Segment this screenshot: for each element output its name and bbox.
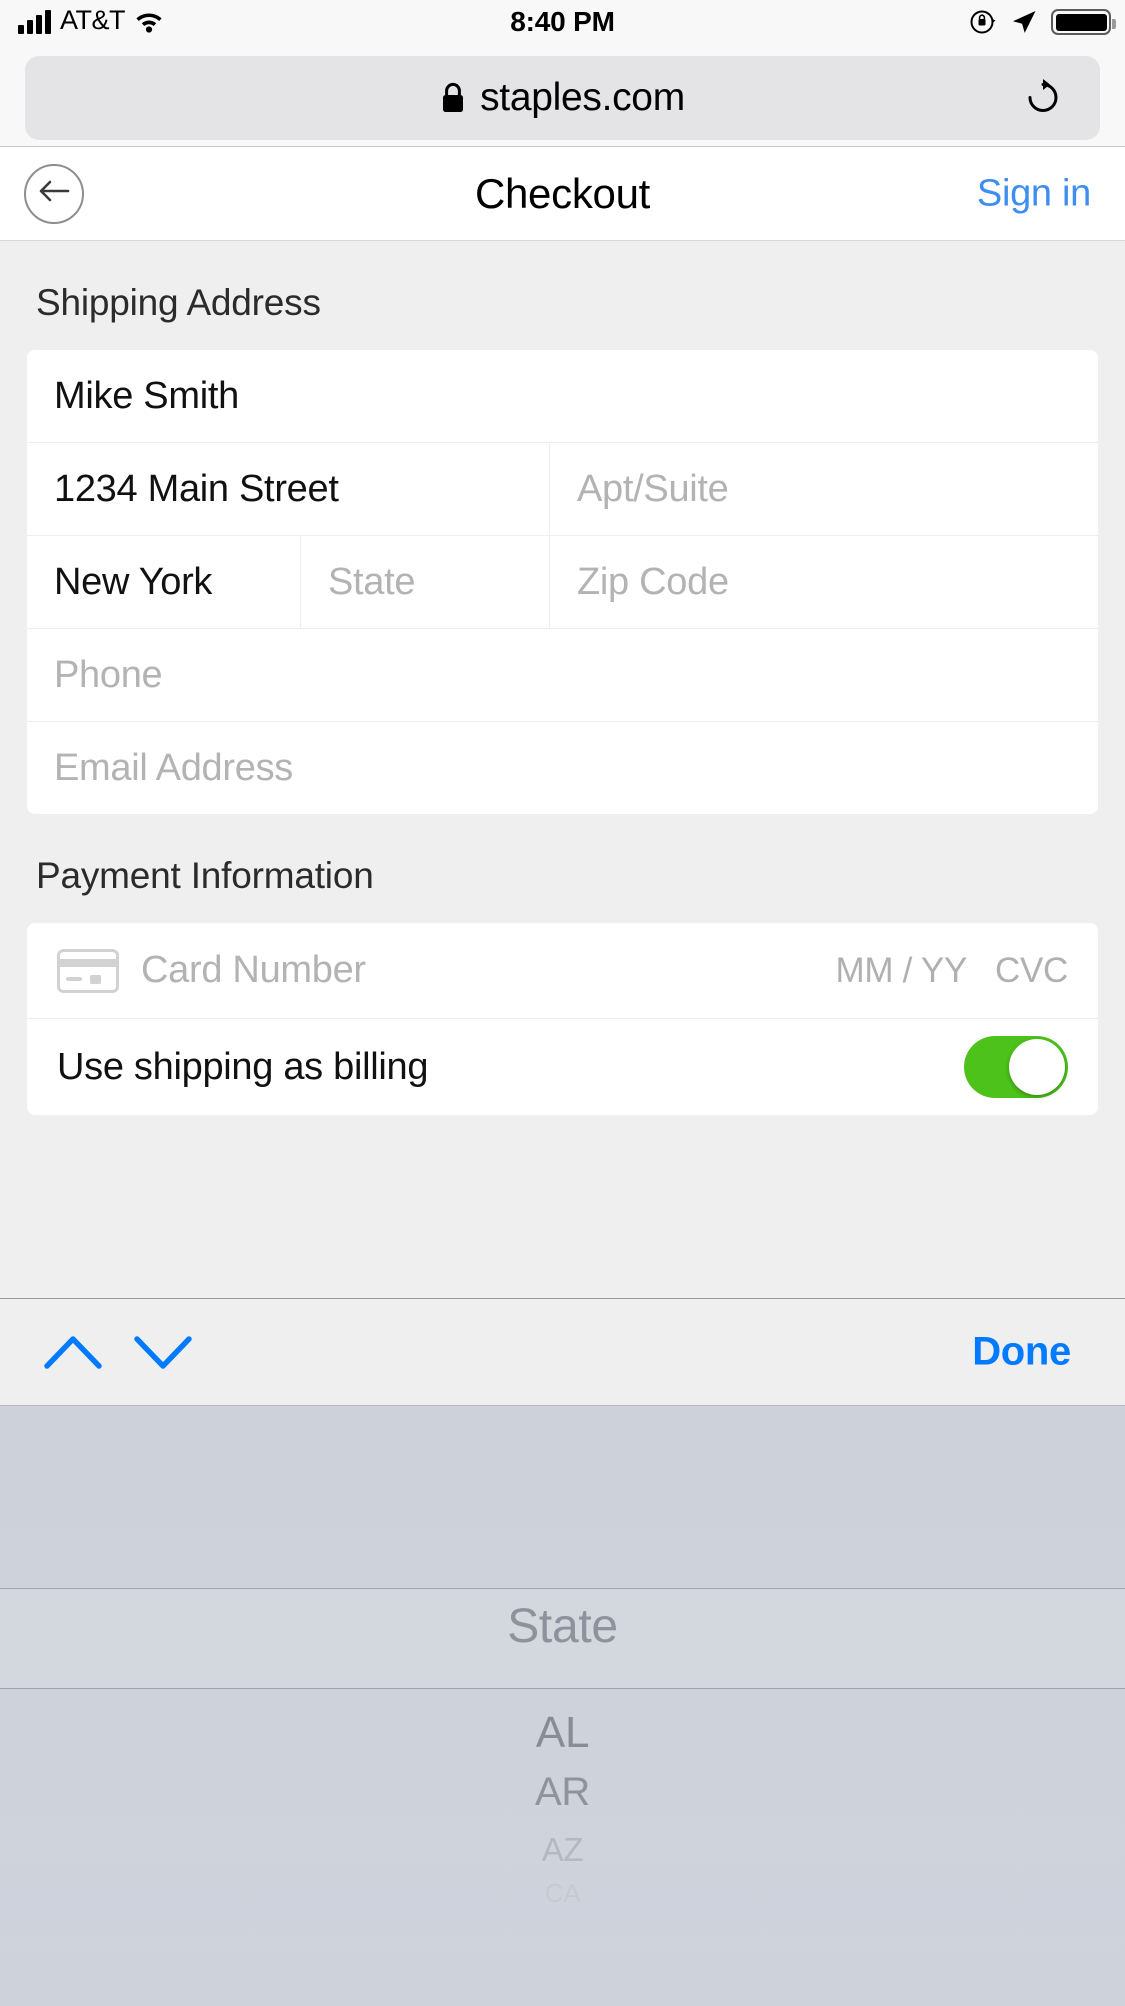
use-shipping-as-billing-toggle[interactable] [964,1036,1068,1098]
keyboard-done-button[interactable]: Done [972,1330,1071,1375]
picker-option[interactable]: AR [0,1770,1125,1815]
field-navigation-group [42,1331,194,1373]
card-cvc-input[interactable]: CVC [995,951,1068,991]
location-arrow-icon [1010,8,1038,36]
page-title: Checkout [0,170,1125,218]
street-address-input[interactable]: 1234 Main Street [27,443,550,535]
sign-in-link[interactable]: Sign in [977,172,1091,215]
state-input[interactable]: State [301,536,550,628]
shipping-address-card: Mike Smith 1234 Main Street Apt/Suite Ne… [27,350,1098,814]
credit-card-icon [57,949,119,993]
picker-separator-top [0,1588,1125,1589]
mobile-screen: AT&T 8:40 PM [0,0,1125,2006]
picker-option[interactable]: AZ [0,1831,1125,1869]
state-picker-wheel[interactable]: State AL AR AZ CA [0,1406,1125,2006]
status-bar-right [969,8,1111,36]
browser-toolbar: staples.com [0,46,1125,147]
card-expiry-input[interactable]: MM / YY [836,951,967,991]
card-number-input[interactable]: Card Number [141,949,836,992]
chevron-down-icon[interactable] [132,1331,194,1373]
status-bar: AT&T 8:40 PM [0,0,1125,46]
rotation-lock-icon [969,8,997,36]
clock-label: 8:40 PM [0,6,1125,38]
email-row: Email Address [27,722,1098,814]
phone-input[interactable]: Phone [27,629,1098,721]
street-row: 1234 Main Street Apt/Suite [27,443,1098,536]
picker-separator-bottom [0,1688,1125,1689]
picker-bottom-fade [0,1886,1125,2006]
payment-section-title: Payment Information [0,814,1125,923]
phone-row: Phone [27,629,1098,722]
payment-card: Card Number MM / YY CVC Use shipping as … [27,923,1098,1115]
card-number-row: Card Number MM / YY CVC [27,923,1098,1019]
zip-code-input[interactable]: Zip Code [550,536,1098,628]
billing-toggle-label: Use shipping as billing [57,1046,428,1089]
city-input[interactable]: New York [27,536,301,628]
lock-icon [440,82,466,114]
page-header: Checkout Sign in [0,147,1125,241]
keyboard-accessory-bar: Done [0,1298,1125,1406]
reload-icon[interactable] [1022,77,1064,119]
email-input[interactable]: Email Address [27,722,1098,814]
picker-option[interactable]: AL [0,1708,1125,1758]
billing-toggle-row[interactable]: Use shipping as billing [27,1019,1098,1115]
battery-icon [1051,9,1111,35]
chevron-up-icon[interactable] [42,1331,104,1373]
checkout-content: Shipping Address Mike Smith 1234 Main St… [0,241,1125,1298]
picker-selected-option[interactable]: State [0,1599,1125,1654]
apt-suite-input[interactable]: Apt/Suite [550,443,1098,535]
address-bar[interactable]: staples.com [25,56,1100,140]
shipping-section-title: Shipping Address [0,241,1125,350]
name-row: Mike Smith [27,350,1098,443]
url-text: staples.com [480,76,685,120]
full-name-input[interactable]: Mike Smith [27,350,1098,442]
city-state-zip-row: New York State Zip Code [27,536,1098,629]
